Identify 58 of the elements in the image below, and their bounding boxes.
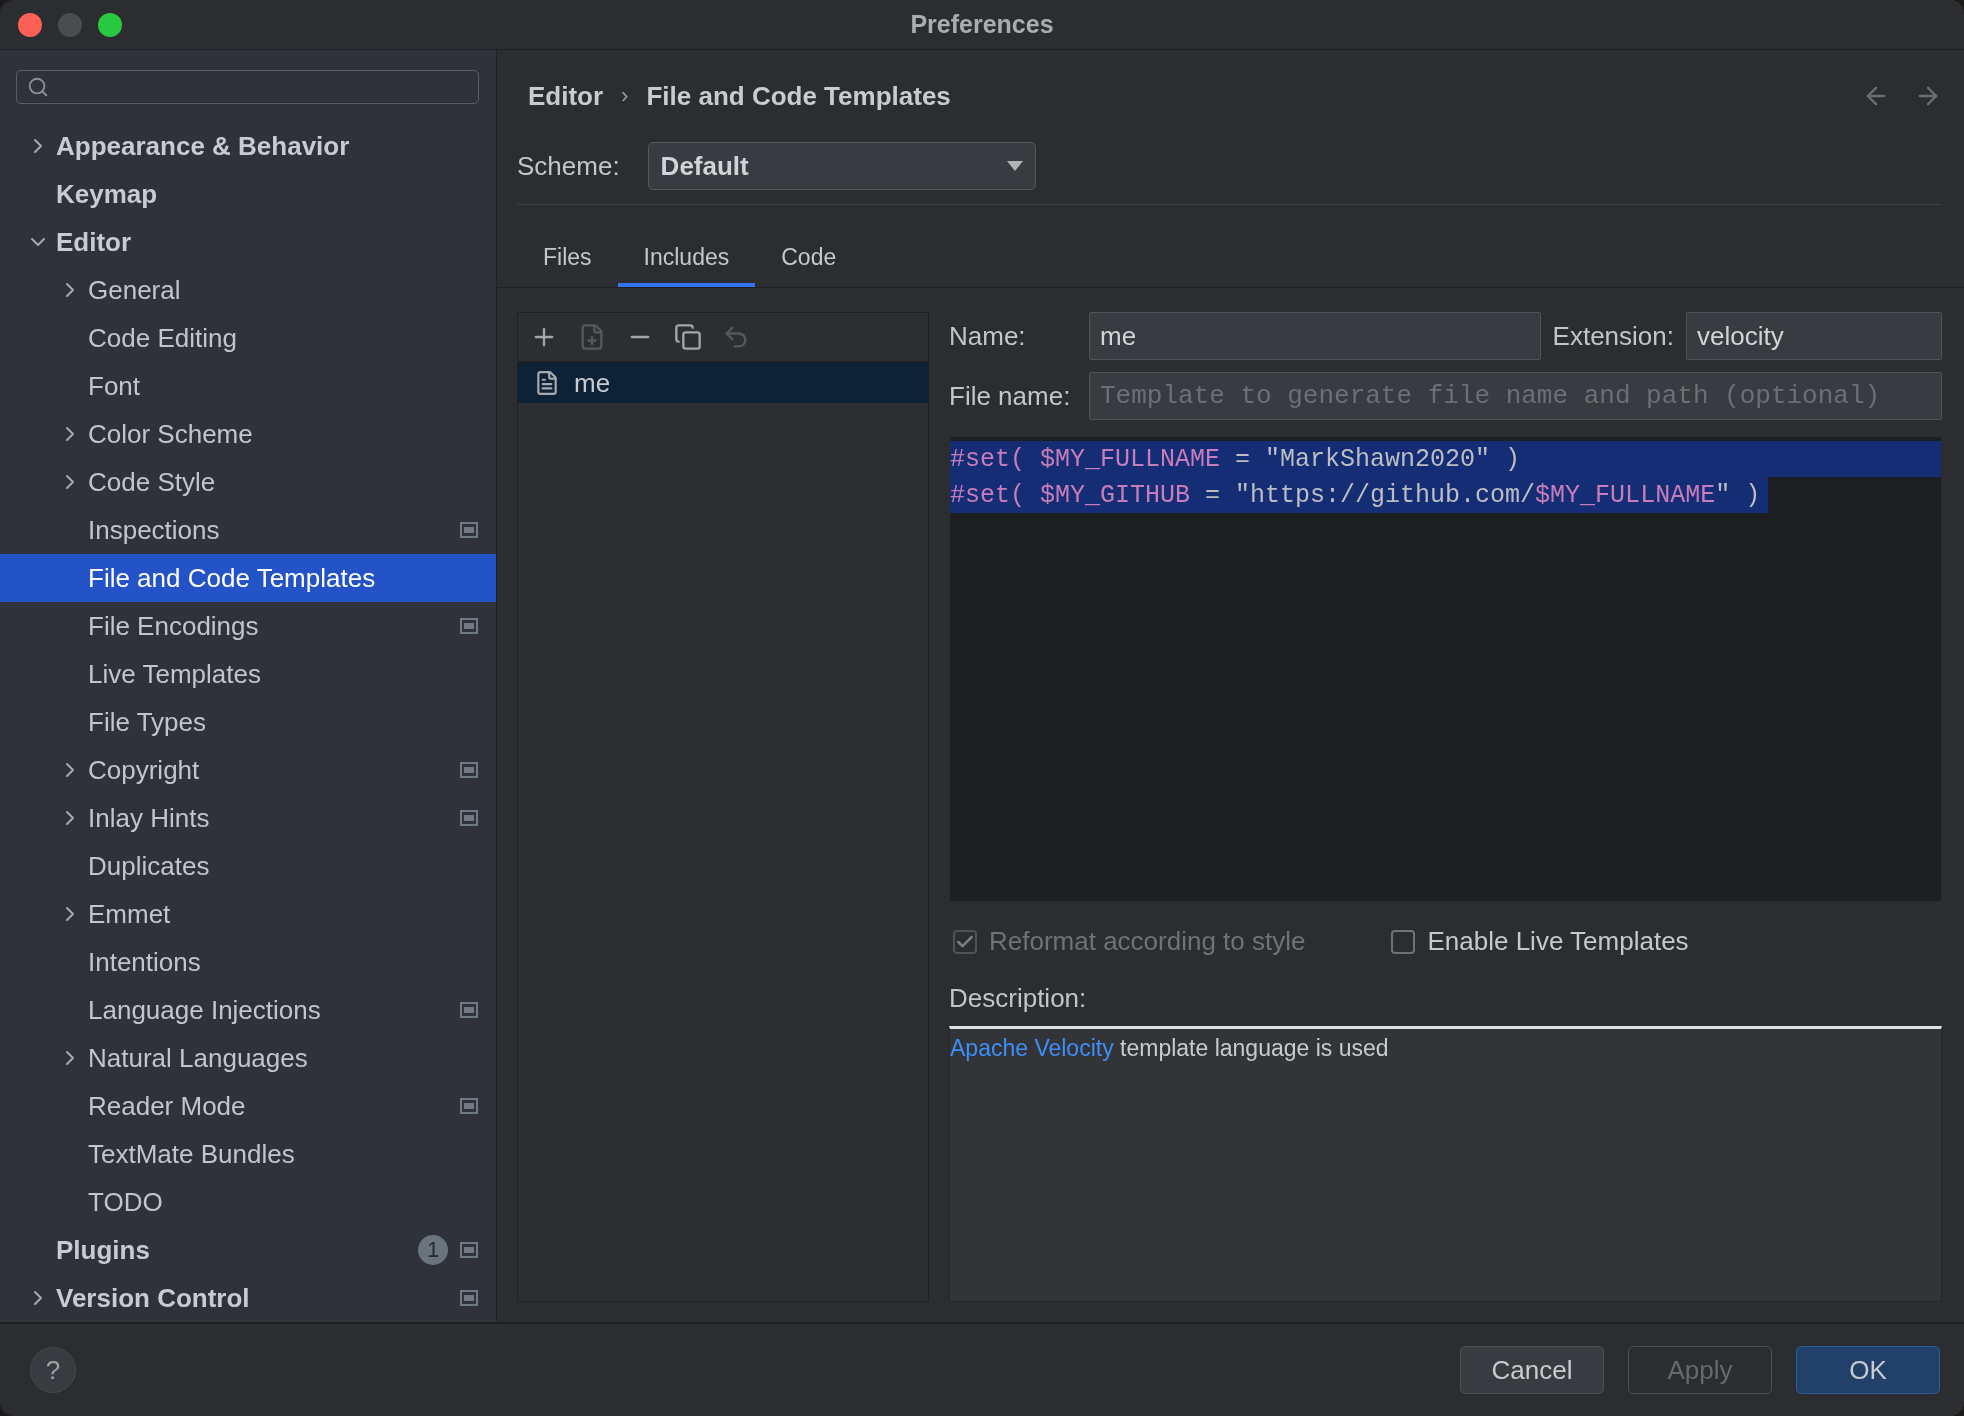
sidebar-item[interactable]: Language Injections [0, 986, 496, 1034]
scheme-label: Scheme: [517, 150, 620, 182]
zoom-button[interactable] [98, 12, 122, 37]
breadcrumb-item: Editor [528, 80, 604, 112]
sidebar-item[interactable]: Inspections [0, 506, 496, 554]
checkbox-option[interactable]: Enable Live Templates [1391, 926, 1689, 957]
sidebar-item[interactable]: Emmet [0, 890, 496, 938]
sidebar-item[interactable]: Natural Languages [0, 1034, 496, 1082]
sidebar-item[interactable]: Copyright [0, 746, 496, 794]
sidebar-item[interactable]: Inlay Hints [0, 794, 496, 842]
tab[interactable]: Includes [617, 231, 756, 287]
sidebar-item[interactable]: TODO [0, 1178, 496, 1226]
help-button[interactable]: ? [30, 1347, 76, 1393]
file-name-label: File name: [949, 380, 1072, 412]
sidebar-item[interactable]: General [0, 266, 496, 314]
sidebar-item[interactable]: File Encodings [0, 602, 496, 650]
description-label: Description: [949, 983, 1088, 1014]
apache-velocity-link[interactable]: Apache Velocity [950, 1035, 1114, 1061]
sidebar-item[interactable]: Editor [0, 218, 496, 266]
copy-icon[interactable] [674, 323, 702, 351]
description-text: template language is used [1120, 1035, 1389, 1061]
dialog-button[interactable]: OK [1796, 1346, 1940, 1394]
sidebar-item[interactable]: Appearance & Behavior [0, 122, 496, 170]
dropdown-arrow-icon [1006, 161, 1023, 171]
breadcrumb-item: File and Code Templates [646, 80, 951, 112]
tab[interactable]: Files [517, 231, 618, 287]
sidebar-item[interactable]: Code Style [0, 458, 496, 506]
extension-label: Extension: [1552, 320, 1674, 352]
checkbox[interactable] [1391, 929, 1416, 954]
scheme-dropdown[interactable]: Default [647, 142, 1036, 190]
dialog-button[interactable]: Cancel [1460, 1346, 1604, 1394]
sidebar-item[interactable]: Color Scheme [0, 410, 496, 458]
sidebar-item[interactable]: Font [0, 362, 496, 410]
sidebar-item[interactable]: Code Editing [0, 314, 496, 362]
sidebar-item[interactable]: File Types [0, 698, 496, 746]
sidebar-item[interactable]: Plugins 1 [0, 1226, 496, 1274]
sidebar-item[interactable]: Keymap [0, 170, 496, 218]
extension-field[interactable]: velocity [1686, 312, 1942, 360]
sidebar-item[interactable]: Live Templates [0, 650, 496, 698]
name-label: Name: [949, 320, 1027, 352]
count-badge: 1 [418, 1235, 448, 1265]
breadcrumb-separator: › [621, 83, 629, 109]
code-editor[interactable]: #set( $MY_FULLNAME = "MarkShawn2020" ) #set( $MY_GITHUB = "https://github.com/$MY_FULLNAME" ) [949, 436, 1942, 902]
sidebar-item[interactable]: File and Code Templates [0, 554, 496, 602]
sidebar-item[interactable]: Version Control [0, 1274, 496, 1322]
file-icon [534, 370, 560, 396]
search-field[interactable] [16, 70, 479, 104]
sidebar-item[interactable]: Reader Mode [0, 1082, 496, 1130]
sidebar-item[interactable]: Intentions [0, 938, 496, 986]
minimize-button[interactable] [58, 12, 82, 37]
template-item[interactable]: me [518, 363, 928, 403]
search-icon [27, 76, 49, 98]
close-button[interactable] [18, 12, 42, 37]
tab[interactable]: Code [755, 231, 863, 287]
sidebar-item[interactable]: TextMate Bundles [0, 1130, 496, 1178]
name-field[interactable]: me [1089, 312, 1541, 360]
sidebar-item[interactable]: Duplicates [0, 842, 496, 890]
window-title: Preferences [910, 10, 1054, 39]
